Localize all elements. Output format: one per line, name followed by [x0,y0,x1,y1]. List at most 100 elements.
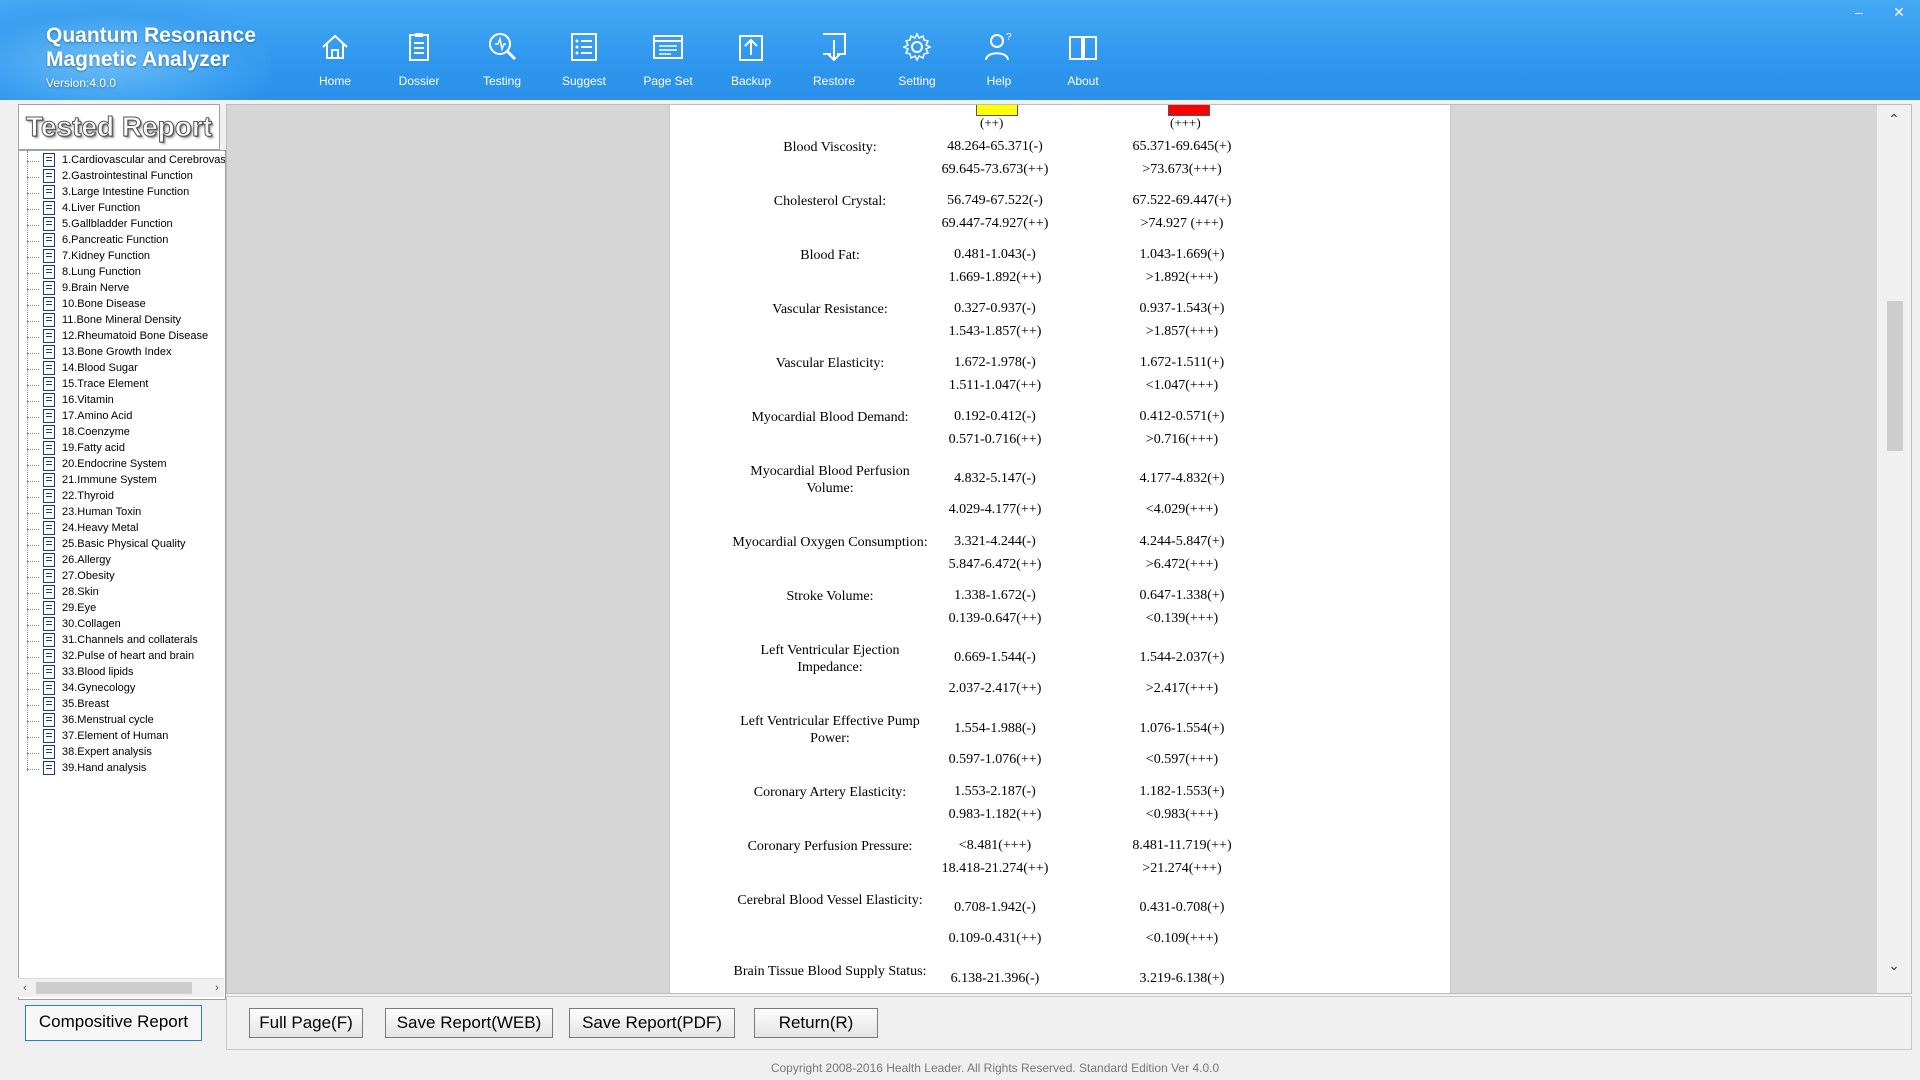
tree-item[interactable]: 24.Heavy Metal [19,521,225,537]
toolbar-setting-button[interactable]: Setting [875,26,959,92]
tree-connector [27,273,39,274]
toolbar-restore-button[interactable]: Restore [792,26,876,92]
range-value: <0.109(+++) [1145,931,1219,946]
toolbar-backup-button[interactable]: Backup [709,26,793,92]
tree-item[interactable]: 13.Bone Growth Index [19,345,225,361]
tree-item[interactable]: 27.Obesity [19,569,225,585]
tree-item[interactable]: 10.Bone Disease [19,297,225,313]
save-report-pdf-button[interactable]: Save Report(PDF) [569,1008,735,1038]
range-value: 1.672-1.511(+) [1139,355,1225,370]
upload-icon [739,35,763,61]
scroll-thumb[interactable] [36,982,192,994]
tree-item[interactable]: 37.Element of Human [19,729,225,745]
tree-item[interactable]: 18.Coenzyme [19,425,225,441]
range-value: 1.554-1.988(-) [954,721,1036,736]
range-value: 1.182-1.553(+) [1139,784,1225,799]
compositive-report-button[interactable]: Compositive Report [25,1005,202,1041]
tree-item[interactable]: 11.Bone Mineral Density [19,313,225,329]
range-value: 69.447-74.927(++) [941,216,1049,231]
tree-item[interactable]: 9.Brain Nerve [19,281,225,297]
tree-item[interactable]: 20.Endocrine System [19,457,225,473]
tree-item[interactable]: 30.Collagen [19,617,225,633]
tree-item[interactable]: 26.Allergy [19,553,225,569]
range-value: <0.983(+++) [1145,807,1219,822]
toolbar-suggest-button[interactable]: Suggest [542,26,626,92]
tree-connector [27,209,39,210]
tree-item[interactable]: 1.Cardiovascular and Cerebrovasc [19,153,225,169]
report-vertical-scrollbar[interactable]: ⌃ ⌄ [1877,105,1911,993]
toolbar-help-label: Help [986,74,1012,88]
toolbar-page-set-button[interactable]: Page Set [626,26,710,92]
tree-horizontal-scrollbar[interactable]: ‹ › [18,978,224,997]
tree-item[interactable]: 34.Gynecology [19,681,225,697]
toolbar-dossier-button[interactable]: Dossier [377,26,461,92]
tree-item[interactable]: 25.Basic Physical Quality [19,537,225,553]
tree-item[interactable]: 31.Channels and collaterals [19,633,225,649]
scroll-left-arrow-icon[interactable]: ‹ [18,979,32,997]
app-title-line2: Magnetic Analyzer [46,48,230,71]
row-label: Vascular Resistance: [772,302,888,317]
tree-item[interactable]: 3.Large Intestine Function [19,185,225,201]
tree-item[interactable]: 6.Pancreatic Function [19,233,225,249]
tree-item[interactable]: 5.Gallbladder Function [19,217,225,233]
tree-connector [27,353,39,354]
return-button[interactable]: Return(R) [754,1008,878,1038]
document-icon [43,569,55,583]
tree-item-label: 8.Lung Function [62,266,141,278]
tree-item-label: 30.Collagen [62,618,121,630]
tree-item[interactable]: 19.Fatty acid [19,441,225,457]
gear-icon [902,32,932,62]
range-value: 65.371-69.645(+) [1132,139,1232,154]
toolbar-home-button[interactable]: Home [293,26,377,92]
minimize-button[interactable]: – [1846,4,1872,22]
toolbar-page-set-label: Page Set [643,74,693,88]
tree-item[interactable]: 15.Trace Element [19,377,225,393]
tree-item[interactable]: 22.Thyroid [19,489,225,505]
range-value: <8.481(+++) [958,838,1032,853]
tree-connector [27,225,39,226]
tree-item[interactable]: 39.Hand analysis [19,761,225,777]
tree-item-label: 6.Pancreatic Function [62,234,169,246]
tree-item[interactable]: 21.Immune System [19,473,225,489]
toolbar-help-button[interactable]: ? Help [957,26,1041,92]
tree-item[interactable]: 4.Liver Function [19,201,225,217]
tree-connector [27,609,39,610]
scroll-up-arrow-icon[interactable]: ⌃ [1877,111,1911,131]
document-icon [43,201,55,215]
tree-item[interactable]: 29.Eye [19,601,225,617]
row-label: Vascular Elasticity: [775,356,885,371]
scroll-down-arrow-icon[interactable]: ⌄ [1877,957,1911,977]
close-button[interactable]: ✕ [1886,4,1912,22]
tree-item[interactable]: 32.Pulse of heart and brain [19,649,225,665]
full-page-button[interactable]: Full Page(F) [249,1008,363,1038]
tree-connector [27,417,39,418]
tree-item[interactable]: 38.Expert analysis [19,745,225,761]
tree-item[interactable]: 8.Lung Function [19,265,225,281]
row-label: Cerebral Blood Vessel Elasticity: [737,893,923,908]
tree-item[interactable]: 33.Blood lipids [19,665,225,681]
tree-item[interactable]: 28.Skin [19,585,225,601]
tree-item[interactable]: 14.Blood Sugar [19,361,225,377]
tree-item[interactable]: 12.Rheumatoid Bone Disease [19,329,225,345]
report-tree[interactable]: 1.Cardiovascular and Cerebrovasc 2.Gastro… [18,150,226,1000]
tree-item[interactable]: 23.Human Toxin [19,505,225,521]
tree-item[interactable]: 35.Breast [19,697,225,713]
tree-item[interactable]: 2.Gastrointestinal Function [19,169,225,185]
scroll-right-arrow-icon[interactable]: › [210,979,224,997]
tree-item[interactable]: 16.Vitamin [19,393,225,409]
range-value: 0.412-0.571(+) [1139,409,1225,424]
document-icon [43,729,55,743]
tree-item[interactable]: 36.Menstrual cycle [19,713,225,729]
save-report-web-button[interactable]: Save Report(WEB) [385,1008,553,1038]
toolbar-about-button[interactable]: About [1041,26,1125,92]
toolbar-testing-button[interactable]: Testing [460,26,544,92]
document-icon [43,265,55,279]
document-icon [43,409,55,423]
tree-item[interactable]: 17.Amino Acid [19,409,225,425]
range-value: >6.472(+++) [1145,557,1219,572]
document-icon [43,697,55,711]
report-scroll-thumb[interactable] [1887,301,1903,451]
toolbar-backup-label: Backup [730,74,772,88]
tree-item[interactable]: 7.Kidney Function [19,249,225,265]
range-value: >73.673(+++) [1142,162,1222,177]
